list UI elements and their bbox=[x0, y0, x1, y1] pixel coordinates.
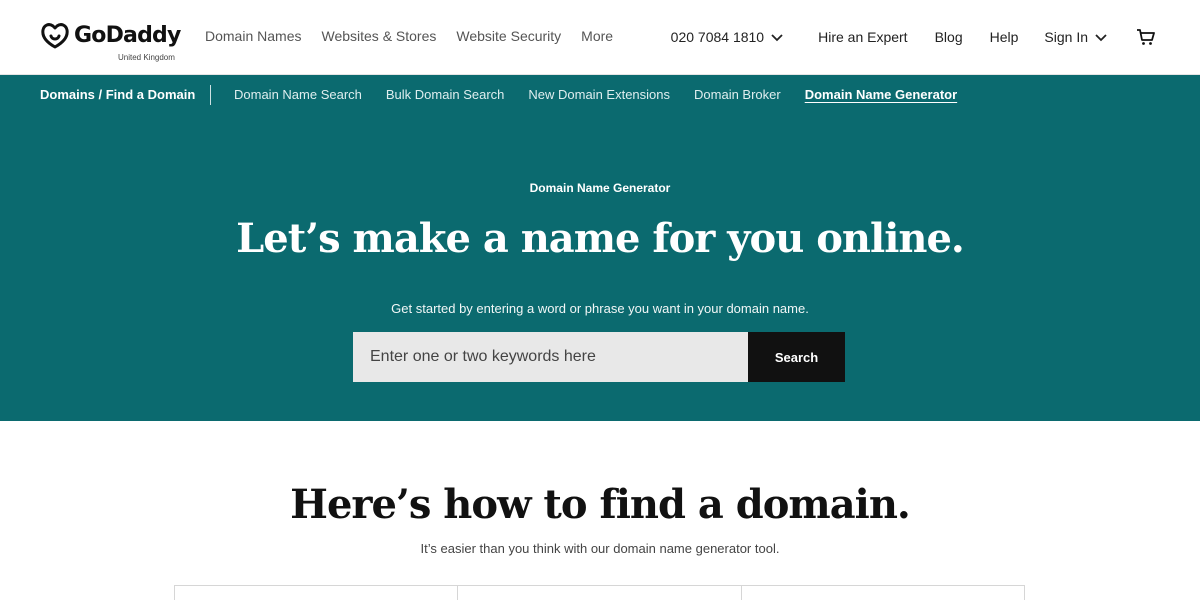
subnav-domain-broker[interactable]: Domain Broker bbox=[694, 87, 781, 102]
domain-search-form: Search bbox=[353, 332, 845, 382]
hero-eyebrow: Domain Name Generator bbox=[529, 181, 671, 195]
chevron-down-icon bbox=[1095, 34, 1107, 42]
steps-cards bbox=[174, 585, 1025, 600]
phone-menu[interactable]: 020 7084 1810 bbox=[671, 29, 784, 45]
keyword-search-input[interactable] bbox=[353, 332, 748, 382]
how-to-title: Here’s how to find a domain. bbox=[290, 481, 911, 528]
hero-title: Let’s make a name for you online. bbox=[236, 215, 965, 262]
breadcrumb[interactable]: Domains / Find a Domain bbox=[40, 87, 195, 102]
nav-website-security[interactable]: Website Security bbox=[456, 28, 561, 44]
blog-link[interactable]: Blog bbox=[935, 29, 963, 45]
hire-expert-link[interactable]: Hire an Expert bbox=[818, 29, 907, 45]
step-card bbox=[742, 586, 1024, 600]
sign-in-menu[interactable]: Sign In bbox=[1044, 29, 1108, 45]
nav-more[interactable]: More bbox=[581, 28, 613, 44]
subnav-divider bbox=[210, 85, 211, 105]
step-card bbox=[175, 586, 459, 600]
subnav-new-domain-extensions[interactable]: New Domain Extensions bbox=[528, 87, 670, 102]
hero-description: Get started by entering a word or phrase… bbox=[391, 301, 809, 316]
top-header: GoDaddy United Kingdom Domain Names Webs… bbox=[0, 0, 1200, 75]
primary-nav: Domain Names Websites & Stores Website S… bbox=[205, 28, 633, 44]
logo[interactable]: GoDaddy United Kingdom bbox=[40, 20, 181, 62]
subnav-links: Domain Name Search Bulk Domain Search Ne… bbox=[234, 87, 981, 102]
sign-in-label: Sign In bbox=[1044, 29, 1088, 45]
phone-number: 020 7084 1810 bbox=[670, 29, 765, 45]
hero-section: Domain Name Generator Let’s make a name … bbox=[0, 115, 1200, 421]
godaddy-logo-icon bbox=[41, 23, 69, 49]
how-to-subtitle: It’s easier than you think with our doma… bbox=[420, 541, 780, 556]
domains-subnav: Domains / Find a Domain Domain Name Sear… bbox=[0, 75, 1200, 115]
subnav-domain-name-search[interactable]: Domain Name Search bbox=[234, 87, 362, 102]
help-link[interactable]: Help bbox=[990, 29, 1019, 45]
cart-icon[interactable] bbox=[1136, 27, 1156, 47]
chevron-down-icon bbox=[771, 34, 783, 42]
nav-domain-names[interactable]: Domain Names bbox=[205, 28, 301, 44]
search-button[interactable]: Search bbox=[748, 332, 845, 382]
utility-nav: 020 7084 1810 Hire an Expert Blog Help S… bbox=[671, 27, 1156, 47]
region-label: United Kingdom bbox=[118, 53, 175, 62]
brand-name: GoDaddy bbox=[74, 22, 181, 48]
subnav-domain-name-generator[interactable]: Domain Name Generator bbox=[805, 87, 957, 102]
step-card bbox=[458, 586, 742, 600]
subnav-bulk-domain-search[interactable]: Bulk Domain Search bbox=[386, 87, 505, 102]
nav-websites-stores[interactable]: Websites & Stores bbox=[321, 28, 436, 44]
how-to-section: Here’s how to find a domain. It’s easier… bbox=[0, 421, 1200, 600]
